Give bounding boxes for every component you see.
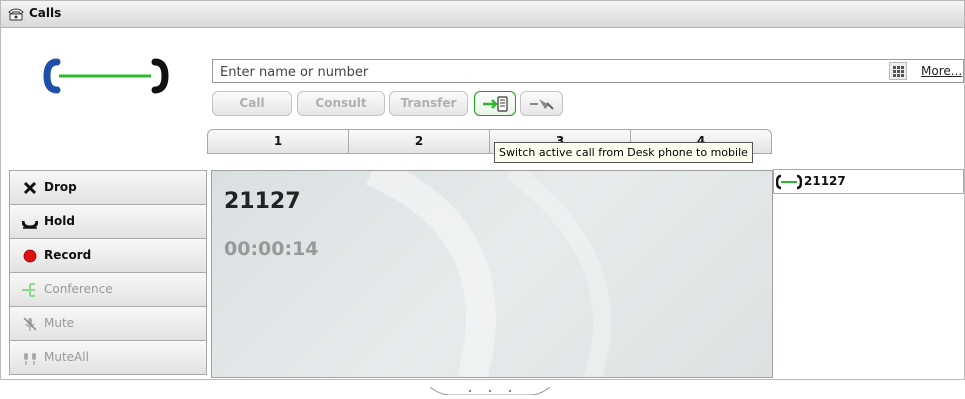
drop-label: Drop bbox=[44, 180, 77, 194]
call-button[interactable]: Call bbox=[212, 91, 292, 116]
call-duration: 00:00:14 bbox=[224, 238, 319, 260]
active-call-panel: 21127 00:00:14 bbox=[211, 170, 773, 378]
conference-icon bbox=[22, 283, 35, 297]
tab-2[interactable]: 2 bbox=[349, 130, 490, 153]
switch-to-mobile-icon bbox=[483, 96, 508, 112]
drop-button[interactable]: Drop bbox=[9, 170, 207, 205]
hold-icon bbox=[22, 220, 38, 229]
active-call-icon bbox=[776, 174, 802, 190]
window-title: Calls bbox=[29, 6, 62, 20]
title-bar: Calls bbox=[1, 1, 964, 28]
mute-button[interactable]: Mute bbox=[9, 307, 207, 341]
x-icon bbox=[23, 181, 37, 195]
park-call-icon bbox=[529, 99, 554, 110]
park-call-button[interactable] bbox=[520, 91, 563, 116]
record-label: Record bbox=[44, 248, 92, 262]
tooltip: Switch active call from Desk phone to mo… bbox=[494, 142, 753, 163]
dialpad-icon[interactable] bbox=[889, 62, 907, 80]
call-list-number: 21127 bbox=[804, 174, 846, 188]
calls-window: Calls More... Call Consult Transfer bbox=[0, 0, 965, 380]
record-icon bbox=[23, 249, 37, 263]
mute-label: Mute bbox=[44, 316, 75, 330]
conference-button[interactable]: Conference bbox=[9, 273, 207, 307]
transfer-button[interactable]: Transfer bbox=[389, 91, 468, 116]
switch-to-mobile-button[interactable] bbox=[474, 91, 516, 116]
active-call-number: 21127 bbox=[224, 189, 301, 214]
mute-all-button[interactable]: MuteAll bbox=[9, 341, 207, 375]
more-link[interactable]: More... bbox=[921, 64, 962, 78]
search-input[interactable] bbox=[218, 61, 882, 83]
mute-all-icon bbox=[24, 353, 36, 365]
search-box[interactable] bbox=[212, 59, 964, 83]
call-controls: Drop Hold Record Conference Mute MuteAll bbox=[9, 170, 207, 375]
mute-all-label: MuteAll bbox=[44, 350, 89, 364]
tab-1[interactable]: 1 bbox=[208, 130, 349, 153]
panel-resize-handle[interactable] bbox=[429, 380, 551, 396]
telephone-icon bbox=[7, 6, 25, 26]
hold-label: Hold bbox=[44, 214, 75, 228]
consult-button[interactable]: Consult bbox=[297, 91, 385, 116]
connected-call-icon bbox=[41, 56, 171, 100]
hold-button[interactable]: Hold bbox=[9, 205, 207, 239]
conference-label: Conference bbox=[44, 282, 113, 296]
call-list-item[interactable]: 21127 bbox=[773, 169, 964, 194]
record-button[interactable]: Record bbox=[9, 239, 207, 273]
mute-icon bbox=[23, 317, 37, 331]
